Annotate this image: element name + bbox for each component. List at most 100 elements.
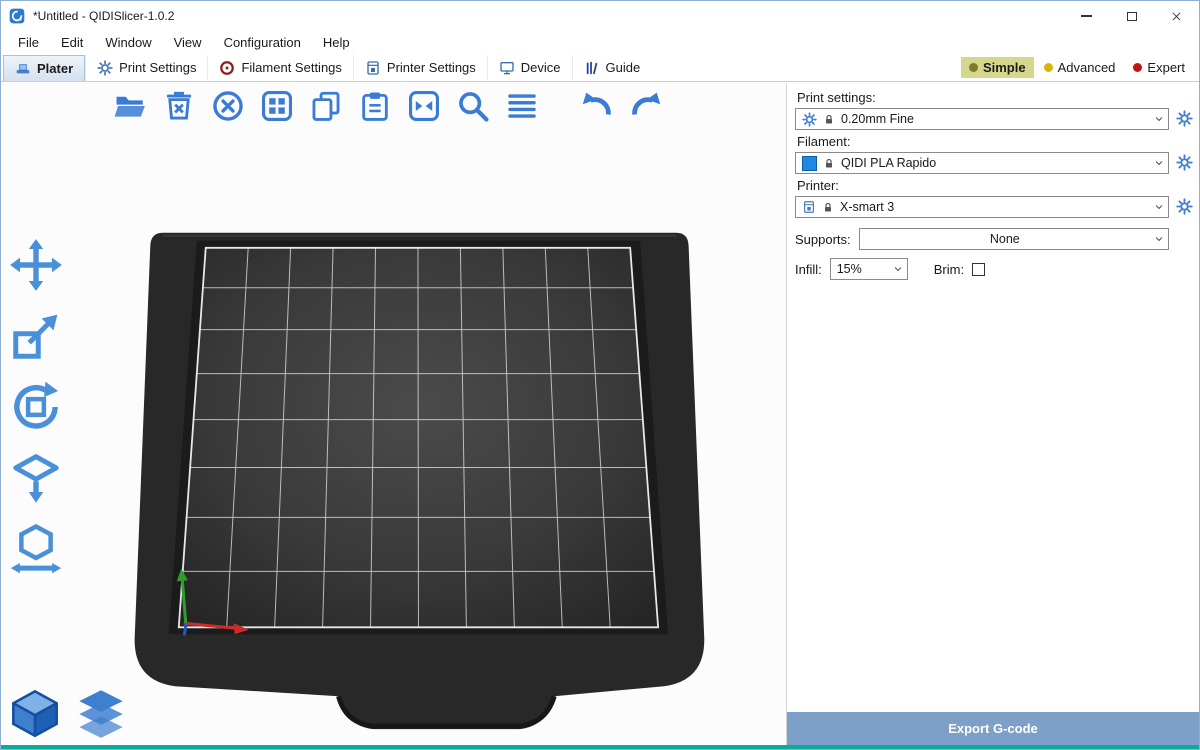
printer-select[interactable]: X-smart 3 [795, 196, 1169, 218]
mode-advanced[interactable]: Advanced [1036, 57, 1124, 78]
delete-all-icon [211, 89, 245, 123]
view-layers-button[interactable] [75, 687, 127, 739]
menu-configuration[interactable]: Configuration [213, 33, 312, 52]
tab-print-settings-label: Print Settings [119, 60, 196, 75]
paste-button[interactable] [358, 89, 392, 123]
chevron-down-icon [1150, 153, 1168, 173]
viewport-toolbar [113, 89, 663, 123]
title-bar: *Untitled - QIDISlicer-1.0.2 [1, 1, 1199, 31]
variable-layer-height-button[interactable] [505, 89, 539, 123]
export-gcode-button[interactable]: Export G-code [787, 712, 1199, 745]
tab-printer-settings[interactable]: Printer Settings [353, 55, 487, 81]
print-settings-select[interactable]: 0.20mm Fine [795, 108, 1169, 130]
undo-button[interactable] [580, 89, 614, 123]
filament-gear-button[interactable] [1175, 154, 1193, 172]
chevron-down-icon [1150, 197, 1168, 217]
simple-mode-dot-icon [969, 63, 978, 72]
filament-select[interactable]: QIDI PLA Rapido [795, 152, 1169, 174]
place-on-face-icon [9, 451, 63, 505]
mode-selector: Simple Advanced Expert [961, 57, 1193, 78]
scale-button[interactable] [9, 309, 63, 363]
tab-print-settings[interactable]: Print Settings [85, 55, 207, 81]
tab-bar: Plater Print Settings Filament Settings … [1, 54, 1199, 82]
filament-value: QIDI PLA Rapido [841, 156, 1144, 170]
measure-button[interactable] [9, 522, 63, 576]
3d-viewport[interactable] [1, 83, 787, 745]
delete-button[interactable] [162, 89, 196, 123]
maximize-button[interactable] [1109, 1, 1154, 31]
infill-label: Infill: [795, 262, 822, 277]
search-icon [456, 89, 490, 123]
supports-label: Supports: [795, 232, 851, 247]
mode-expert[interactable]: Expert [1125, 57, 1193, 78]
menu-window[interactable]: Window [94, 33, 162, 52]
search-button[interactable] [456, 89, 490, 123]
delete-icon [162, 89, 196, 123]
chevron-down-icon [1150, 229, 1168, 249]
copy-button[interactable] [309, 89, 343, 123]
supports-select[interactable]: None [859, 228, 1169, 250]
device-monitor-icon [499, 60, 515, 76]
plater-icon [15, 60, 31, 76]
mode-simple[interactable]: Simple [961, 57, 1034, 78]
advanced-mode-dot-icon [1044, 63, 1053, 72]
brim-checkbox[interactable] [972, 263, 985, 276]
tab-filament-settings[interactable]: Filament Settings [207, 55, 352, 81]
menu-view[interactable]: View [163, 33, 213, 52]
chevron-down-icon [889, 259, 907, 279]
filament-label: Filament: [797, 134, 1193, 149]
app-logo-icon [9, 8, 25, 24]
printer-gear-button[interactable] [1175, 198, 1193, 216]
guide-book-icon [584, 60, 600, 76]
rotate-button[interactable] [9, 380, 63, 434]
gear-icon [1176, 154, 1193, 171]
minimize-button[interactable] [1064, 1, 1109, 31]
view-3d-button[interactable] [9, 687, 61, 739]
expert-mode-dot-icon [1133, 63, 1142, 72]
view-3d-icon [9, 687, 61, 739]
delete-all-button[interactable] [211, 89, 245, 123]
printer-value: X-smart 3 [840, 200, 1144, 214]
tab-plater[interactable]: Plater [3, 55, 85, 81]
measure-icon [9, 522, 63, 576]
chevron-down-icon [1150, 109, 1168, 129]
assemble-button[interactable] [407, 89, 441, 123]
menu-edit[interactable]: Edit [50, 33, 94, 52]
lock-icon [823, 157, 835, 170]
view-switch-toolbar [9, 687, 127, 739]
open-file-button[interactable] [113, 89, 147, 123]
printer-icon [802, 200, 816, 214]
redo-button[interactable] [629, 89, 663, 123]
print-settings-gear-button[interactable] [1175, 110, 1193, 128]
menu-file[interactable]: File [7, 33, 50, 52]
menu-help[interactable]: Help [312, 33, 361, 52]
printer-bed-3d-view[interactable] [1, 83, 786, 745]
move-button[interactable] [9, 238, 63, 292]
filament-spool-icon [219, 60, 235, 76]
infill-select[interactable]: 15% [830, 258, 908, 280]
rotate-icon [9, 380, 63, 434]
copy-icon [309, 89, 343, 123]
scale-icon [9, 309, 63, 363]
variable-layer-height-icon [505, 89, 539, 123]
infill-value: 15% [837, 262, 883, 276]
paste-icon [358, 89, 392, 123]
close-button[interactable] [1154, 1, 1199, 31]
gear-icon [1176, 198, 1193, 215]
place-on-face-button[interactable] [9, 451, 63, 505]
gear-icon [1176, 110, 1193, 127]
tab-guide[interactable]: Guide [572, 55, 652, 81]
gear-icon [802, 112, 817, 127]
move-icon [9, 238, 63, 292]
open-file-icon [113, 89, 147, 123]
settings-sidebar: Print settings: 0.20mm Fine Filament: QI… [787, 83, 1199, 745]
minimize-icon [1081, 15, 1092, 17]
tab-device[interactable]: Device [487, 55, 572, 81]
gear-icon [97, 60, 113, 76]
main-area: Print settings: 0.20mm Fine Filament: QI… [1, 83, 1199, 745]
mode-simple-label: Simple [983, 60, 1026, 75]
view-layers-icon [75, 687, 127, 739]
tab-guide-label: Guide [606, 60, 641, 75]
arrange-button[interactable] [260, 89, 294, 123]
arrange-icon [260, 89, 294, 123]
